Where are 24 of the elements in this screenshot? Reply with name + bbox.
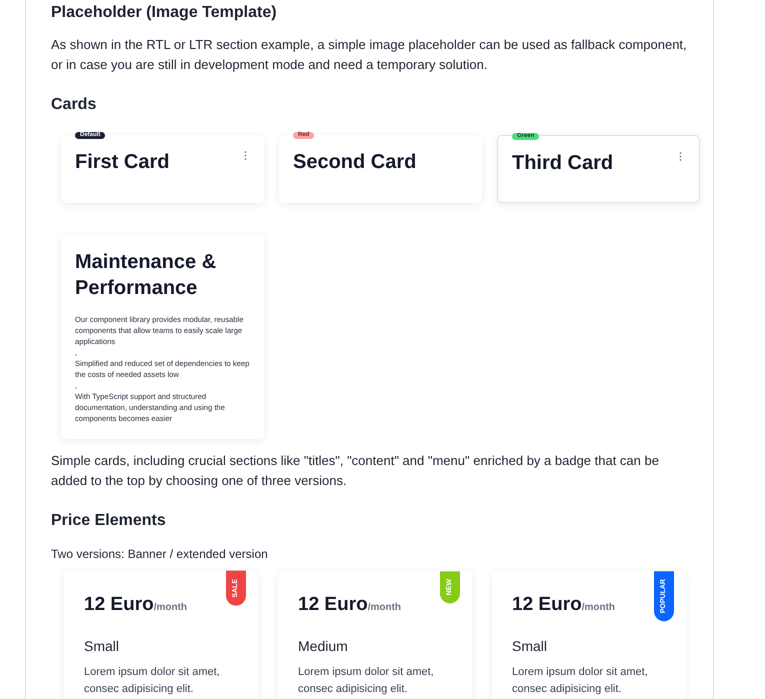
plan-name: Medium [298,638,349,654]
plan-description: Lorem ipsum dolor sit amet, consec adipisicing elit. [84,665,221,697]
menu-icon[interactable] [679,152,682,161]
price-amount: 12 Euro [298,594,368,615]
section-paragraph: Simple cards, including crucial sections like "titles", "content" and "menu" enriched by a badge that can be added to the top by choosing one of three versions. [51,452,660,490]
plan-name: Small [84,638,120,654]
card-title: Second Card [293,151,416,174]
price-period: /month [582,602,616,613]
card-title: Maintenance & Performance [75,250,218,301]
price-amount: 12 Euro [512,594,582,615]
price-period: /month [368,602,402,613]
plan-description: Lorem ipsum dolor sit amet, consec adipisicing elit. [298,665,435,697]
plan-description: Lorem ipsum dolor sit amet, consec adipisicing elit. [512,665,649,697]
plan-name: Small [512,638,548,654]
section-heading: Cards [51,95,98,115]
menu-icon[interactable] [244,151,247,160]
section-subtitle: Two versions: Banner / extended version [51,547,269,561]
card-title: First Card [75,151,170,174]
price-period: /month [154,602,188,613]
section-paragraph: As shown in the RTL or LTR section example, a simple image placeholder can be used as fallback component, or in case you are still in development mode and need a temporary solution. [51,36,688,74]
section-heading: Price Elements [51,511,167,531]
card-title: Third Card [512,152,614,175]
price-amount: 12 Euro [84,594,154,615]
section-heading: Placeholder (Image Template) [51,3,278,23]
